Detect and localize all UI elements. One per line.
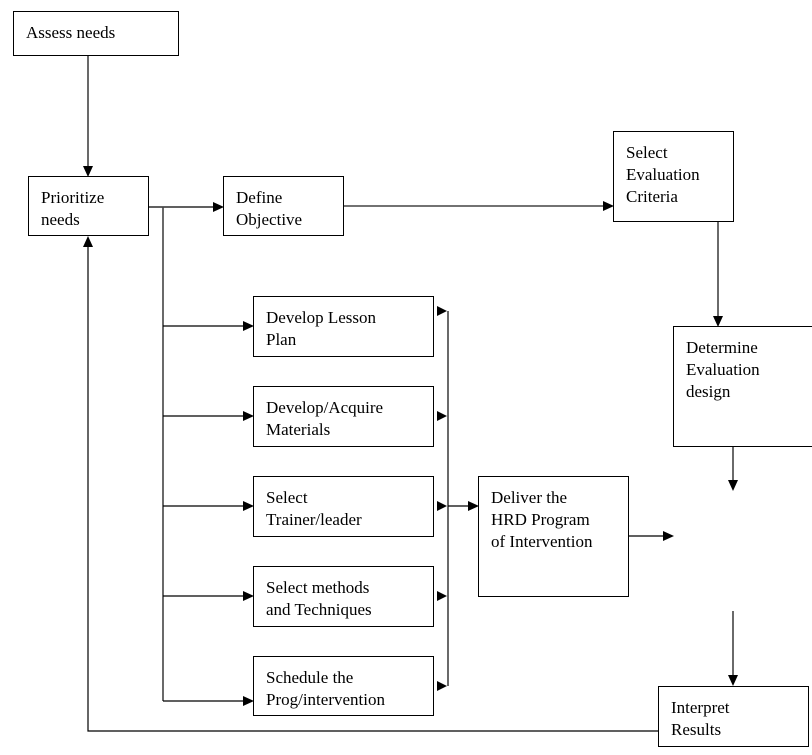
arrowhead-right-icon — [437, 411, 447, 421]
node-interpret-results: Interpret Results — [658, 686, 809, 747]
node-select-evaluation-criteria: Select Evaluation Criteria — [613, 131, 734, 222]
node-determine-evaluation-design: Determine Evaluation design — [673, 326, 812, 447]
arrowhead-right-icon — [663, 531, 674, 541]
node-develop-lesson-plan: Develop Lesson Plan — [253, 296, 434, 357]
node-schedule-program: Schedule the Prog/intervention — [253, 656, 434, 716]
arrowhead-right-icon — [437, 306, 447, 316]
arrowhead-right-icon — [437, 501, 447, 511]
node-select-trainer-leader: Select Trainer/leader — [253, 476, 434, 537]
arrowhead-up-icon — [83, 236, 93, 247]
arrowhead-right-icon — [437, 591, 447, 601]
node-assess-needs: Assess needs — [13, 11, 179, 56]
node-develop-acquire-materials: Develop/Acquire Materials — [253, 386, 434, 447]
arrowhead-down-icon — [728, 675, 738, 686]
node-deliver-hrd-program: Deliver the HRD Program of Intervention — [478, 476, 629, 597]
hrd-process-flowchart: Assess needs Prioritize needs Define Obj… — [0, 0, 812, 755]
arrowhead-right-icon — [437, 681, 447, 691]
node-select-methods-techniques: Select methods and Techniques — [253, 566, 434, 627]
node-prioritize-needs: Prioritize needs — [28, 176, 149, 236]
node-define-objective: Define Objective — [223, 176, 344, 236]
arrowhead-down-icon — [728, 480, 738, 491]
